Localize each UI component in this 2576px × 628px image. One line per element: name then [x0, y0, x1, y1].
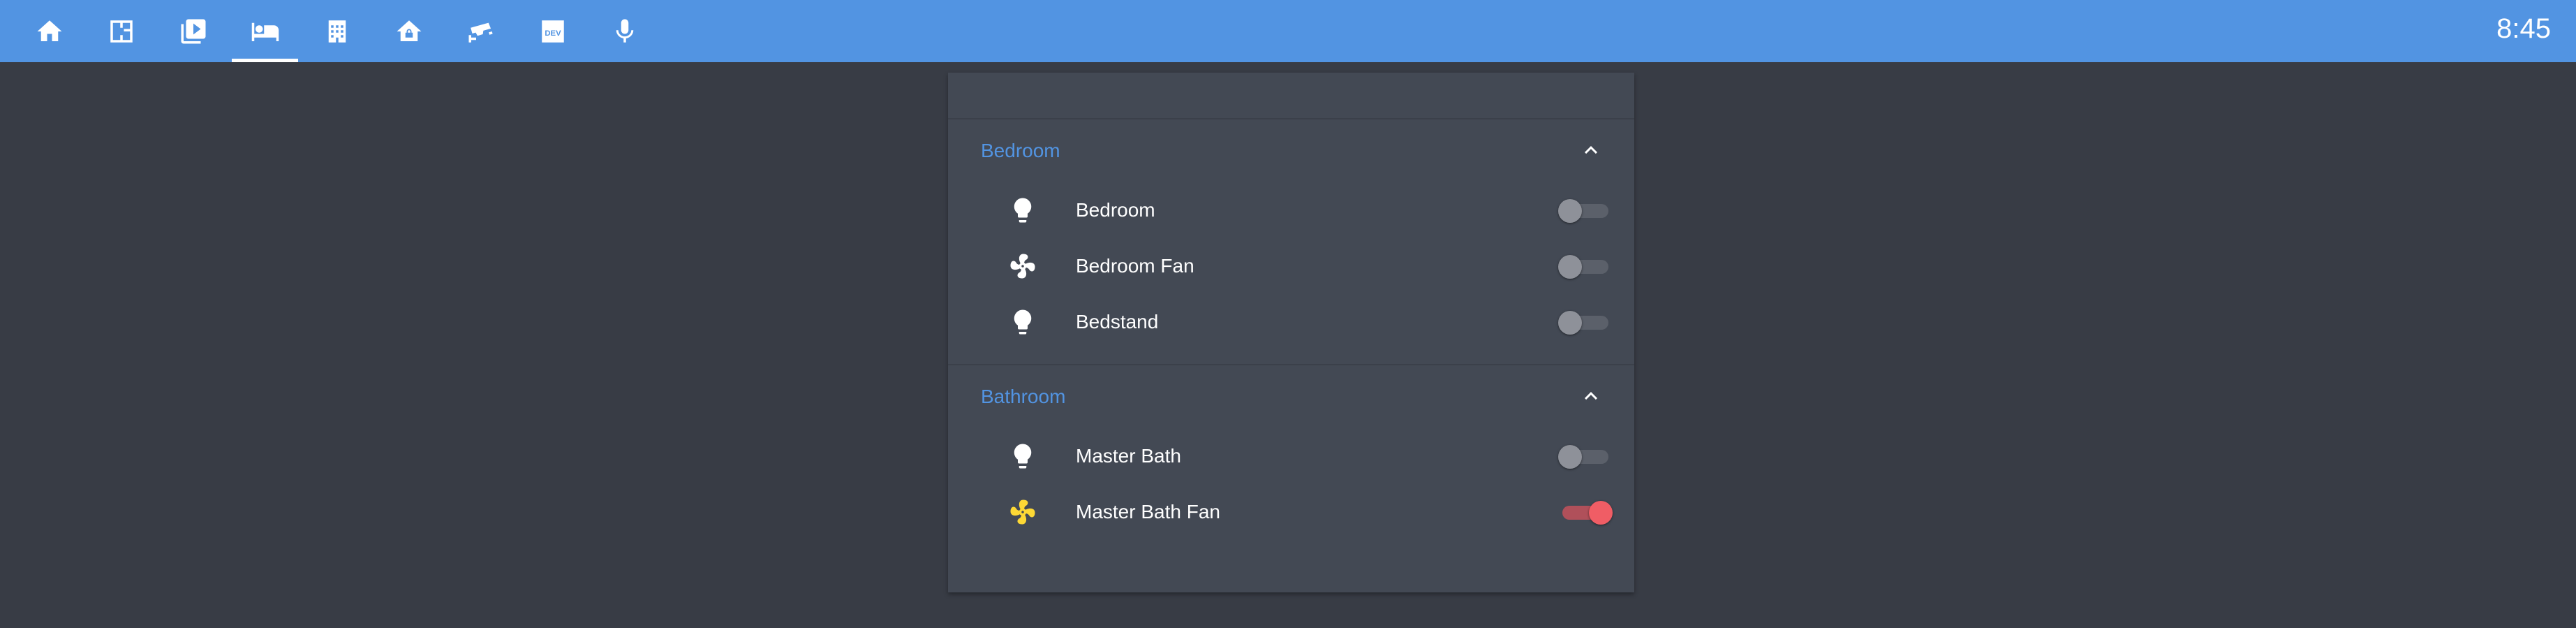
group-bedroom: Bedroom Bedroom Bedroom Fan Bedstand — [948, 119, 1634, 364]
card-header — [948, 73, 1634, 119]
chevron-up-icon — [1585, 392, 1597, 400]
lightbulb-icon — [1014, 309, 1032, 335]
entity-name[interactable]: Bedroom Fan — [1076, 238, 1194, 294]
collapse-button[interactable] — [1576, 381, 1606, 411]
entity-icon[interactable] — [1008, 251, 1037, 281]
floorplan-icon — [110, 20, 133, 43]
tab-floorplan[interactable] — [85, 0, 157, 62]
tab-home[interactable] — [13, 0, 85, 62]
tab-bedroom[interactable] — [229, 0, 301, 62]
toggle-thumb — [1558, 199, 1582, 223]
entity-icon[interactable] — [1008, 196, 1037, 225]
toggle-thumb — [1558, 311, 1582, 335]
toggle-thumb — [1558, 255, 1582, 279]
tab-voice[interactable] — [589, 0, 660, 62]
microphone-icon — [616, 19, 633, 43]
entity-icon[interactable] — [1008, 441, 1037, 471]
home-icon — [37, 20, 61, 41]
group-title[interactable]: Bedroom — [981, 119, 1060, 182]
lightbulb-icon — [1014, 198, 1032, 223]
entity-name[interactable]: Master Bath — [1076, 428, 1181, 484]
toggle-thumb — [1589, 501, 1613, 525]
entity-toggle[interactable] — [1558, 199, 1613, 223]
entities-card: Bedroom Bedroom Bedroom Fan Bedstand Bat… — [948, 73, 1634, 592]
entity-toggle[interactable] — [1558, 255, 1613, 279]
tab-cctv[interactable] — [445, 0, 517, 62]
group-title[interactable]: Bathroom — [981, 365, 1065, 428]
entity-toggle[interactable] — [1558, 445, 1613, 469]
chevron-up-icon — [1585, 146, 1597, 154]
entity-name[interactable]: Bedroom — [1076, 182, 1155, 238]
fan-icon — [1010, 254, 1035, 279]
entity-row: Master Bath — [948, 428, 1634, 484]
entity-name[interactable]: Bedstand — [1076, 294, 1158, 350]
svg-text:DEV: DEV — [545, 29, 561, 38]
entity-toggle[interactable] — [1558, 501, 1613, 525]
entity-icon[interactable] — [1008, 307, 1037, 337]
tab-building[interactable] — [301, 0, 373, 62]
bed-icon — [251, 22, 279, 41]
entity-row: Master Bath Fan — [948, 484, 1634, 540]
view-tabs: DEV — [13, 0, 660, 62]
tab-dev[interactable]: DEV — [517, 0, 589, 62]
media-library-icon — [181, 19, 205, 43]
home-lock-icon — [397, 20, 421, 41]
entity-row: Bedstand — [948, 294, 1634, 350]
collapse-button[interactable] — [1576, 135, 1606, 166]
tab-home-lock[interactable] — [373, 0, 445, 62]
top-toolbar: DEV 8:45 — [0, 0, 2576, 62]
entity-row: Bedroom — [948, 182, 1634, 238]
group-header: Bathroom — [948, 365, 1634, 428]
entity-row: Bedroom Fan — [948, 238, 1634, 294]
entity-icon[interactable] — [1008, 497, 1037, 527]
dev-icon: DEV — [541, 20, 564, 43]
group-bathroom: Bathroom Master Bath Master Bath Fan — [948, 364, 1634, 540]
building-icon — [328, 20, 346, 43]
toggle-thumb — [1558, 445, 1582, 469]
tab-media[interactable] — [157, 0, 229, 62]
clock: 8:45 — [2496, 13, 2551, 44]
entity-name[interactable]: Master Bath Fan — [1076, 484, 1220, 540]
cctv-icon — [468, 22, 493, 43]
fan-icon — [1010, 499, 1035, 525]
entity-toggle[interactable] — [1558, 311, 1613, 335]
lightbulb-icon — [1014, 444, 1032, 469]
group-header: Bedroom — [948, 119, 1634, 182]
